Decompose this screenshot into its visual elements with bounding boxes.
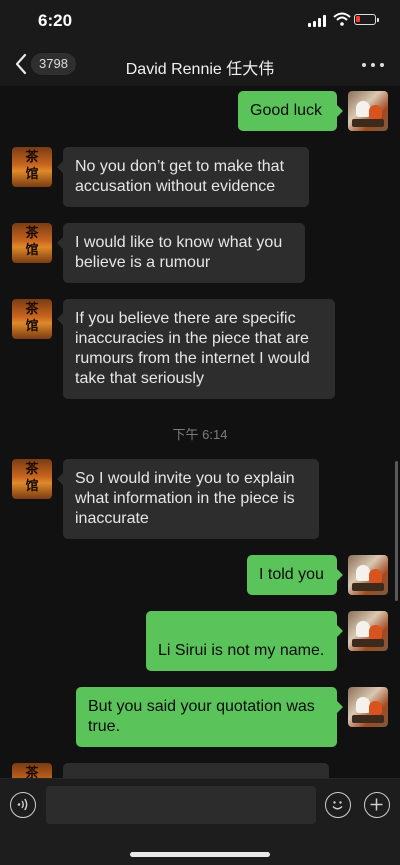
signal-icon (308, 15, 328, 27)
message-input[interactable] (46, 786, 316, 824)
message-bubble-outgoing[interactable]: Good luck (238, 91, 343, 131)
message-timestamp: 下午 6:14 (172, 427, 228, 442)
message-bubble-incoming[interactable]: No you don’t get to make that accusation… (57, 147, 309, 207)
contact-avatar[interactable]: 茶 馆 (12, 459, 52, 499)
message-bubble-incoming[interactable]: I would like to know what you believe is… (57, 223, 305, 283)
message-bubble-outgoing[interactable]: I told you (247, 555, 343, 595)
contact-avatar[interactable]: 茶 馆 (12, 763, 52, 778)
self-avatar[interactable] (348, 687, 388, 727)
more-dots-icon[interactable] (360, 57, 386, 73)
message-text: Li Sirui is not my name. (158, 642, 325, 659)
wifi-icon (333, 12, 351, 26)
message-bubble-incoming[interactable]: So I would invite you to explain what in… (57, 459, 319, 539)
message-bubble-outgoing[interactable]: But you said your quotation was true. (76, 687, 343, 747)
status-time: 6:20 (38, 11, 73, 30)
plus-icon[interactable] (364, 792, 390, 818)
contact-avatar[interactable]: 茶 馆 (12, 223, 52, 263)
emoji-icon[interactable] (325, 792, 351, 818)
scrollbar[interactable] (395, 461, 398, 601)
chat-title: David Rennie 任大伟 (125, 61, 275, 78)
self-avatar[interactable] (348, 611, 388, 651)
contact-avatar[interactable]: 茶 馆 (12, 147, 52, 187)
home-indicator[interactable] (130, 852, 270, 857)
message-bubble-incoming[interactable] (57, 763, 329, 778)
voice-icon[interactable] (10, 792, 36, 818)
chat-header: 3798 David Rennie 任大伟 (0, 44, 400, 87)
message-bubble-incoming[interactable]: If you believe there are specific inaccu… (57, 299, 335, 399)
contact-avatar[interactable]: 茶 馆 (12, 299, 52, 339)
self-avatar[interactable] (348, 555, 388, 595)
message-list[interactable]: Good luck 茶 馆 No you don’t get to make t… (0, 86, 400, 778)
status-bar: 6:20 (0, 0, 400, 44)
self-avatar[interactable] (348, 91, 388, 131)
battery-icon (354, 14, 379, 25)
message-bubble-outgoing[interactable]: Li Sirui is not my name. (146, 611, 343, 671)
